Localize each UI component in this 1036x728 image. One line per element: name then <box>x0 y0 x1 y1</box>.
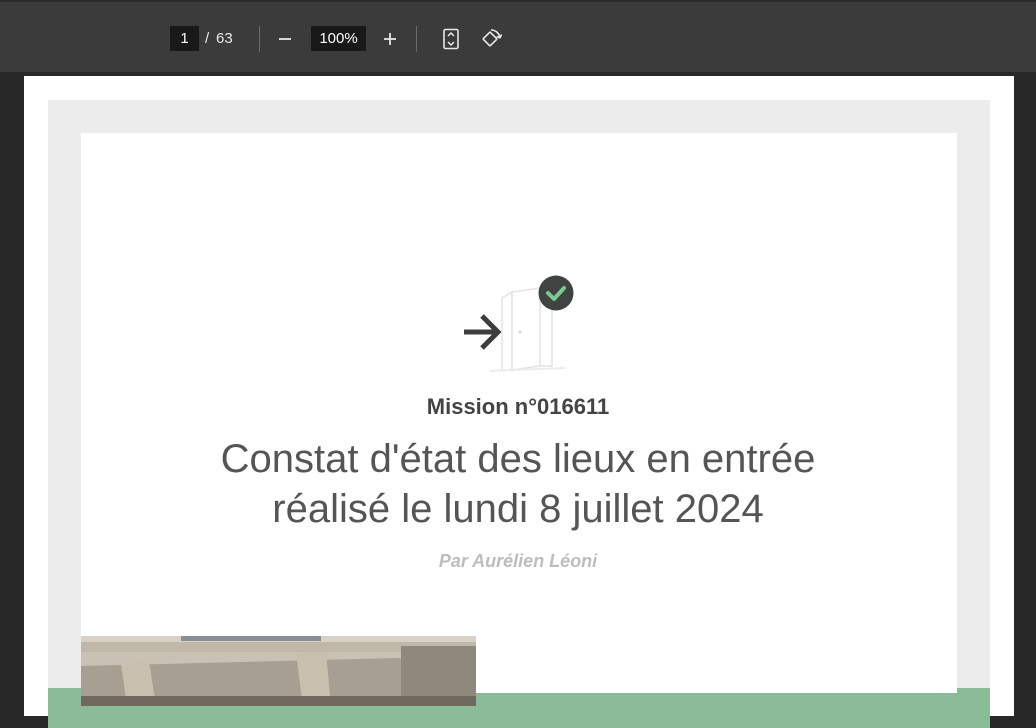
rotate-button[interactable] <box>478 26 504 52</box>
minus-icon <box>279 38 291 40</box>
arrow-right-icon <box>464 314 502 350</box>
zoom-in-button[interactable] <box>377 26 403 52</box>
document-title: Constat d'état des lieux en entrée réali… <box>0 434 1036 534</box>
toolbar-divider <box>416 26 417 52</box>
zoom-level-input[interactable]: 100% <box>311 26 366 51</box>
title-line-1: Constat d'état des lieux en entrée <box>220 437 816 481</box>
building-photo <box>81 636 476 706</box>
document-viewer[interactable] <box>0 72 1036 728</box>
total-pages: 63 <box>216 30 233 47</box>
author-name: Par Aurélien Léoni <box>438 551 598 571</box>
title-line-2: réalisé le lundi 8 juillet 2024 <box>272 487 764 531</box>
check-badge <box>538 275 574 311</box>
rotate-icon <box>482 29 503 47</box>
plus-icon <box>384 33 396 45</box>
page-separator: / <box>205 30 210 47</box>
fit-page-button[interactable] <box>438 26 464 52</box>
toolbar-divider <box>259 26 260 52</box>
zoom-out-button[interactable] <box>272 26 298 52</box>
page-number-input[interactable]: 1 <box>170 26 199 51</box>
fit-page-icon <box>443 28 459 50</box>
pdf-toolbar: 1 / 63 100% <box>0 0 1036 72</box>
door-entry-icon <box>460 274 578 380</box>
mission-number: Mission n°016611 <box>426 394 610 419</box>
